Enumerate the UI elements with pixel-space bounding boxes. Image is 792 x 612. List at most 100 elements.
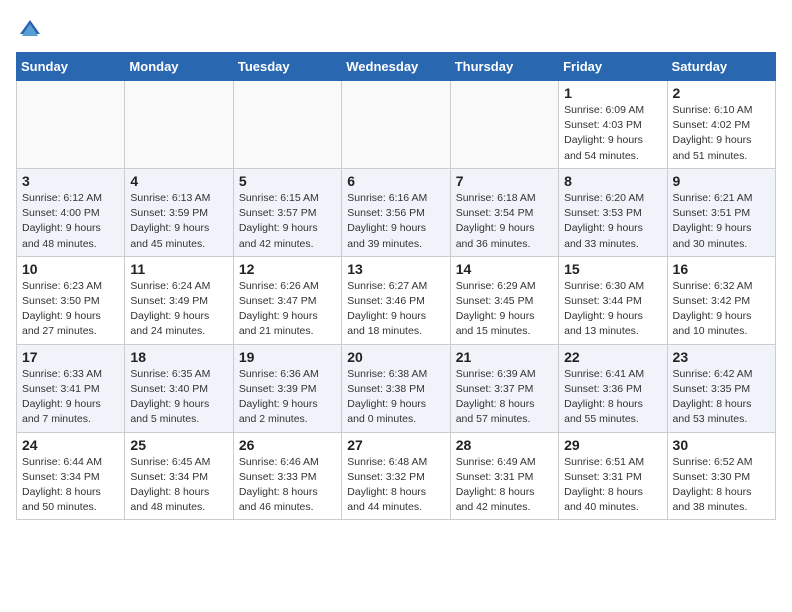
day-cell: 12 Sunrise: 6:26 AM Sunset: 3:47 PM Dayli… [233, 256, 341, 344]
day-number: 26 [239, 437, 336, 453]
day-info: Sunrise: 6:10 AM Sunset: 4:02 PM Dayligh… [673, 103, 770, 164]
header [16, 16, 776, 44]
col-header-saturday: Saturday [667, 53, 775, 81]
day-cell: 20 Sunrise: 6:38 AM Sunset: 3:38 PM Dayli… [342, 344, 450, 432]
day-number: 4 [130, 173, 227, 189]
day-cell: 10Sunrise: 6:23 AM Sunset: 3:50 PM Dayli… [17, 256, 125, 344]
day-cell: 13 Sunrise: 6:27 AM Sunset: 3:46 PM Dayli… [342, 256, 450, 344]
day-number: 30 [673, 437, 770, 453]
col-header-thursday: Thursday [450, 53, 558, 81]
day-cell: 3 Sunrise: 6:12 AM Sunset: 4:00 PM Daylig… [17, 168, 125, 256]
day-cell: 29 Sunrise: 6:51 AM Sunset: 3:31 PM Dayli… [559, 432, 667, 520]
logo-icon [16, 16, 44, 44]
day-cell: 25 Sunrise: 6:45 AM Sunset: 3:34 PM Dayli… [125, 432, 233, 520]
day-cell: 6 Sunrise: 6:16 AM Sunset: 3:56 PM Daylig… [342, 168, 450, 256]
day-cell: 17 Sunrise: 6:33 AM Sunset: 3:41 PM Dayli… [17, 344, 125, 432]
day-cell: 24Sunrise: 6:44 AM Sunset: 3:34 PM Dayli… [17, 432, 125, 520]
col-header-monday: Monday [125, 53, 233, 81]
week-row-3: 10Sunrise: 6:23 AM Sunset: 3:50 PM Dayli… [17, 256, 776, 344]
day-info: Sunrise: 6:21 AM Sunset: 3:51 PM Dayligh… [673, 191, 770, 252]
col-header-tuesday: Tuesday [233, 53, 341, 81]
col-header-wednesday: Wednesday [342, 53, 450, 81]
day-info: Sunrise: 6:36 AM Sunset: 3:39 PM Dayligh… [239, 367, 336, 428]
day-info: Sunrise: 6:51 AM Sunset: 3:31 PM Dayligh… [564, 455, 661, 516]
day-info: Sunrise: 6:48 AM Sunset: 3:32 PM Dayligh… [347, 455, 444, 516]
day-cell: 9 Sunrise: 6:21 AM Sunset: 3:51 PM Daylig… [667, 168, 775, 256]
day-info: Sunrise: 6:23 AM Sunset: 3:50 PM Dayligh… [22, 279, 119, 340]
day-cell: 11 Sunrise: 6:24 AM Sunset: 3:49 PM Dayli… [125, 256, 233, 344]
day-cell: 8Sunrise: 6:20 AM Sunset: 3:53 PM Daylig… [559, 168, 667, 256]
week-row-4: 17 Sunrise: 6:33 AM Sunset: 3:41 PM Dayli… [17, 344, 776, 432]
day-number: 18 [130, 349, 227, 365]
day-info: Sunrise: 6:13 AM Sunset: 3:59 PM Dayligh… [130, 191, 227, 252]
day-info: Sunrise: 6:33 AM Sunset: 3:41 PM Dayligh… [22, 367, 119, 428]
day-number: 2 [673, 85, 770, 101]
day-info: Sunrise: 6:41 AM Sunset: 3:36 PM Dayligh… [564, 367, 661, 428]
calendar-table: SundayMondayTuesdayWednesdayThursdayFrid… [16, 52, 776, 520]
day-info: Sunrise: 6:38 AM Sunset: 3:38 PM Dayligh… [347, 367, 444, 428]
day-number: 9 [673, 173, 770, 189]
day-number: 15 [564, 261, 661, 277]
day-cell [342, 81, 450, 169]
week-row-2: 3 Sunrise: 6:12 AM Sunset: 4:00 PM Daylig… [17, 168, 776, 256]
day-cell: 28 Sunrise: 6:49 AM Sunset: 3:31 PM Dayli… [450, 432, 558, 520]
day-cell: 7 Sunrise: 6:18 AM Sunset: 3:54 PM Daylig… [450, 168, 558, 256]
day-cell: 21Sunrise: 6:39 AM Sunset: 3:37 PM Dayli… [450, 344, 558, 432]
day-cell [17, 81, 125, 169]
day-cell: 4 Sunrise: 6:13 AM Sunset: 3:59 PM Daylig… [125, 168, 233, 256]
day-number: 25 [130, 437, 227, 453]
day-number: 20 [347, 349, 444, 365]
header-row: SundayMondayTuesdayWednesdayThursdayFrid… [17, 53, 776, 81]
day-number: 11 [130, 261, 227, 277]
day-number: 27 [347, 437, 444, 453]
day-info: Sunrise: 6:45 AM Sunset: 3:34 PM Dayligh… [130, 455, 227, 516]
day-info: Sunrise: 6:16 AM Sunset: 3:56 PM Dayligh… [347, 191, 444, 252]
day-cell: 22Sunrise: 6:41 AM Sunset: 3:36 PM Dayli… [559, 344, 667, 432]
day-cell: 2 Sunrise: 6:10 AM Sunset: 4:02 PM Daylig… [667, 81, 775, 169]
logo [16, 16, 48, 44]
day-cell: 16Sunrise: 6:32 AM Sunset: 3:42 PM Dayli… [667, 256, 775, 344]
day-info: Sunrise: 6:39 AM Sunset: 3:37 PM Dayligh… [456, 367, 553, 428]
day-cell: 30Sunrise: 6:52 AM Sunset: 3:30 PM Dayli… [667, 432, 775, 520]
day-number: 16 [673, 261, 770, 277]
day-info: Sunrise: 6:26 AM Sunset: 3:47 PM Dayligh… [239, 279, 336, 340]
day-number: 1 [564, 85, 661, 101]
day-info: Sunrise: 6:30 AM Sunset: 3:44 PM Dayligh… [564, 279, 661, 340]
day-number: 23 [673, 349, 770, 365]
day-info: Sunrise: 6:35 AM Sunset: 3:40 PM Dayligh… [130, 367, 227, 428]
day-cell: 26 Sunrise: 6:46 AM Sunset: 3:33 PM Dayli… [233, 432, 341, 520]
day-number: 29 [564, 437, 661, 453]
day-info: Sunrise: 6:42 AM Sunset: 3:35 PM Dayligh… [673, 367, 770, 428]
day-cell: 15 Sunrise: 6:30 AM Sunset: 3:44 PM Dayli… [559, 256, 667, 344]
day-number: 19 [239, 349, 336, 365]
day-info: Sunrise: 6:09 AM Sunset: 4:03 PM Dayligh… [564, 103, 661, 164]
day-number: 24 [22, 437, 119, 453]
day-info: Sunrise: 6:27 AM Sunset: 3:46 PM Dayligh… [347, 279, 444, 340]
day-cell: 27 Sunrise: 6:48 AM Sunset: 3:32 PM Dayli… [342, 432, 450, 520]
day-number: 13 [347, 261, 444, 277]
day-info: Sunrise: 6:24 AM Sunset: 3:49 PM Dayligh… [130, 279, 227, 340]
day-cell [450, 81, 558, 169]
day-info: Sunrise: 6:20 AM Sunset: 3:53 PM Dayligh… [564, 191, 661, 252]
day-number: 5 [239, 173, 336, 189]
day-number: 7 [456, 173, 553, 189]
day-info: Sunrise: 6:49 AM Sunset: 3:31 PM Dayligh… [456, 455, 553, 516]
day-number: 17 [22, 349, 119, 365]
week-row-1: 1 Sunrise: 6:09 AM Sunset: 4:03 PM Daylig… [17, 81, 776, 169]
day-number: 14 [456, 261, 553, 277]
day-info: Sunrise: 6:18 AM Sunset: 3:54 PM Dayligh… [456, 191, 553, 252]
day-info: Sunrise: 6:12 AM Sunset: 4:00 PM Dayligh… [22, 191, 119, 252]
col-header-friday: Friday [559, 53, 667, 81]
day-info: Sunrise: 6:46 AM Sunset: 3:33 PM Dayligh… [239, 455, 336, 516]
day-cell: 19 Sunrise: 6:36 AM Sunset: 3:39 PM Dayli… [233, 344, 341, 432]
day-number: 6 [347, 173, 444, 189]
day-cell: 5Sunrise: 6:15 AM Sunset: 3:57 PM Daylig… [233, 168, 341, 256]
day-cell [233, 81, 341, 169]
day-number: 12 [239, 261, 336, 277]
day-number: 3 [22, 173, 119, 189]
day-cell [125, 81, 233, 169]
day-cell: 1 Sunrise: 6:09 AM Sunset: 4:03 PM Daylig… [559, 81, 667, 169]
day-info: Sunrise: 6:29 AM Sunset: 3:45 PM Dayligh… [456, 279, 553, 340]
day-number: 28 [456, 437, 553, 453]
day-cell: 14 Sunrise: 6:29 AM Sunset: 3:45 PM Dayli… [450, 256, 558, 344]
